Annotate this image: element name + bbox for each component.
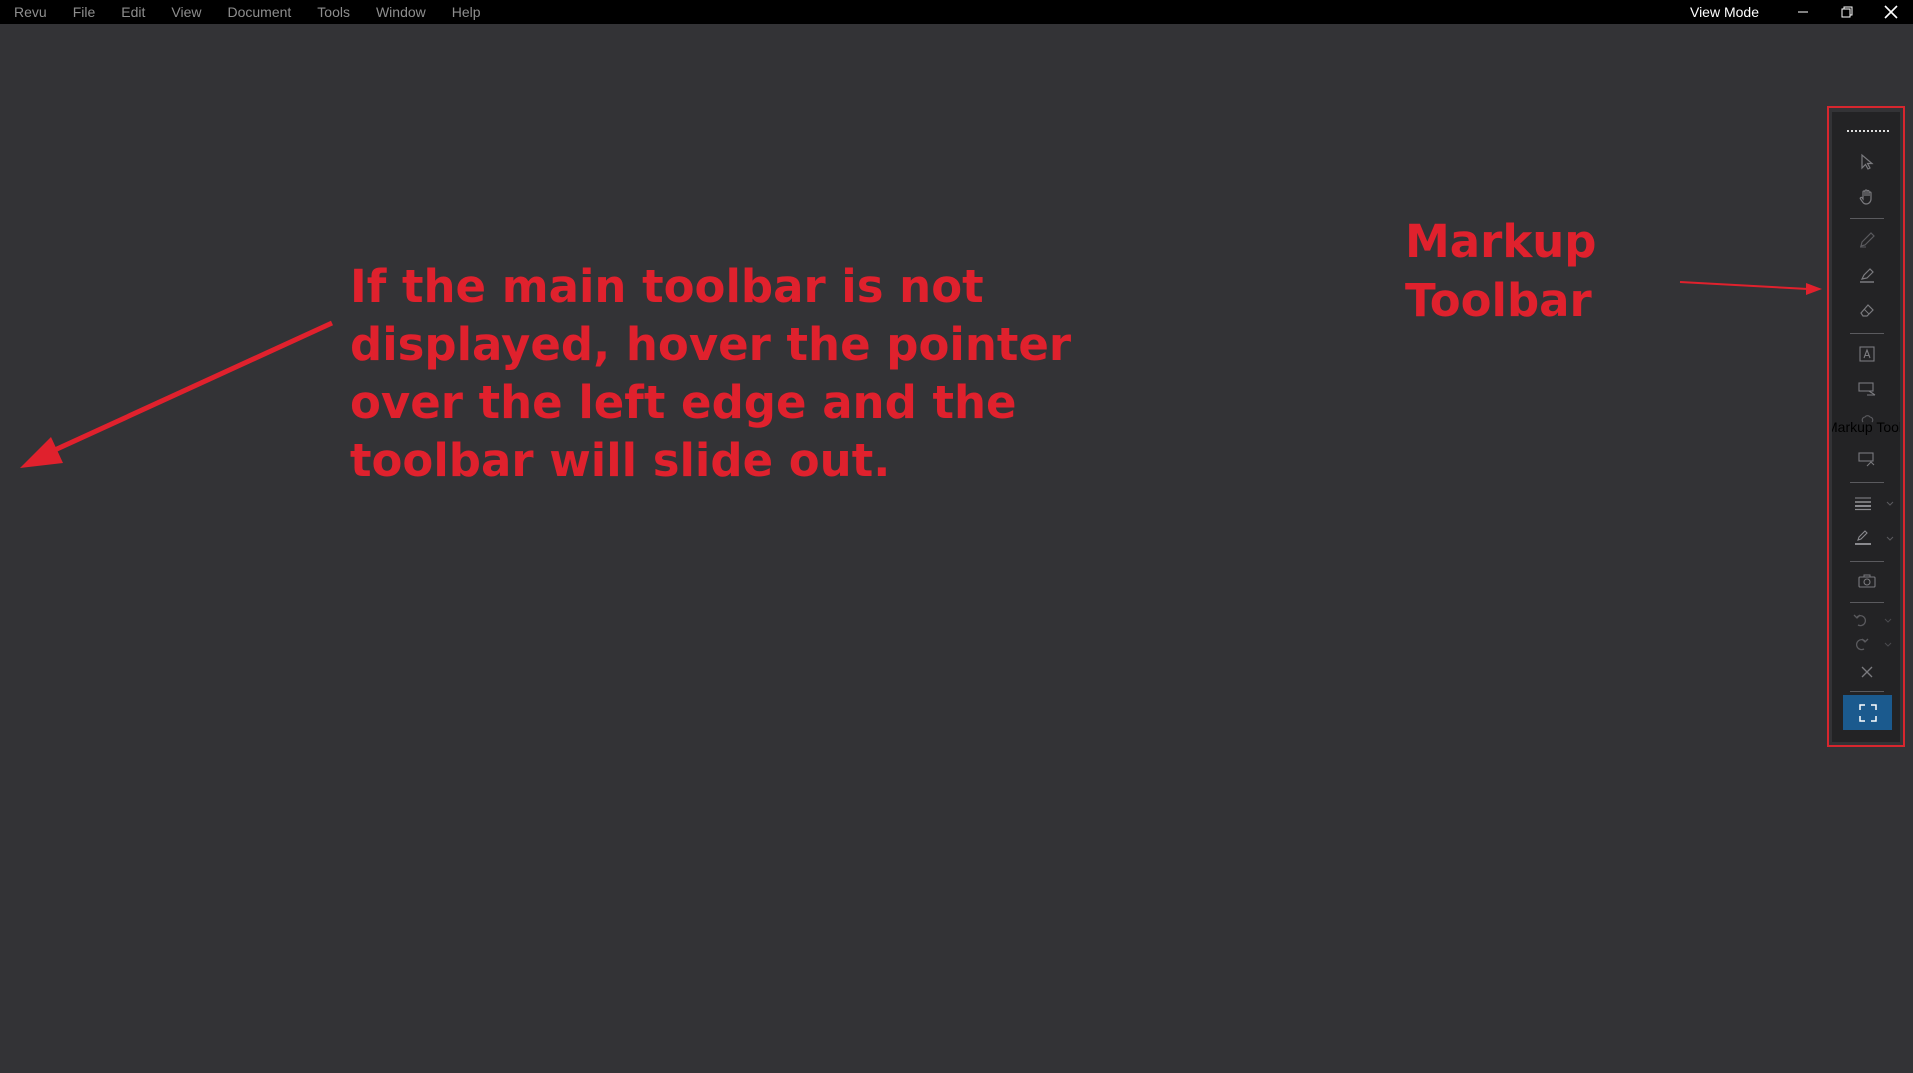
- delete-icon[interactable]: [1853, 658, 1881, 686]
- redo-icon[interactable]: [1847, 630, 1875, 658]
- toolbar-separator: [1850, 602, 1884, 603]
- toolbar-grip[interactable]: [1847, 130, 1889, 135]
- menu-tools[interactable]: Tools: [307, 0, 360, 24]
- instruction-line: toolbar will slide out.: [350, 434, 891, 487]
- restore-button[interactable]: [1825, 0, 1869, 24]
- chevron-down-icon[interactable]: [1885, 534, 1895, 544]
- menu-window[interactable]: Window: [366, 0, 436, 24]
- text-box-icon[interactable]: [1853, 340, 1881, 368]
- line-color-icon[interactable]: [1849, 524, 1877, 552]
- eraser-icon[interactable]: [1853, 296, 1881, 324]
- menu-file[interactable]: File: [63, 0, 106, 24]
- menu-revu[interactable]: Revu: [4, 0, 57, 24]
- pan-hand-icon[interactable]: [1853, 183, 1881, 211]
- instruction-line: over the left edge and the: [350, 376, 1017, 429]
- pen-icon[interactable]: [1853, 226, 1881, 254]
- select-icon[interactable]: [1853, 148, 1881, 176]
- chevron-down-icon[interactable]: [1883, 640, 1893, 650]
- instruction-line: displayed, hover the pointer: [350, 318, 1072, 371]
- instruction-line: If the main toolbar is not: [350, 260, 984, 313]
- toolbar-separator: [1850, 482, 1884, 483]
- app-window: Revu File Edit View Document Tools Windo…: [0, 0, 1913, 1073]
- fullscreen-button[interactable]: [1843, 695, 1892, 730]
- close-icon: [1884, 5, 1898, 19]
- menu-bar: Revu File Edit View Document Tools Windo…: [0, 0, 1913, 24]
- left-edge-arrow: [20, 320, 334, 468]
- annotation-label-line: Markup: [1405, 215, 1597, 268]
- menu-items: Revu File Edit View Document Tools Windo…: [0, 0, 497, 24]
- markup-toolbar-annotation: Markup Toolbar: [1405, 212, 1625, 330]
- close-button[interactable]: [1869, 0, 1913, 24]
- annotation-label-line: Toolbar: [1405, 274, 1592, 327]
- fullscreen-icon: [1858, 703, 1877, 722]
- markup-toolbar: Markup Tool: [1832, 112, 1900, 742]
- instruction-annotation: If the main toolbar is not displayed, ho…: [350, 258, 1072, 490]
- toolbar-separator: [1850, 218, 1884, 219]
- view-mode-label[interactable]: View Mode: [1690, 4, 1759, 20]
- window-controls: View Mode: [1690, 0, 1913, 24]
- snapshot-icon[interactable]: [1853, 567, 1881, 595]
- toolbar-separator: [1850, 691, 1884, 692]
- menu-document[interactable]: Document: [217, 0, 301, 24]
- menu-view[interactable]: View: [161, 0, 211, 24]
- toolbar-separator: [1850, 333, 1884, 334]
- annotation-arrows: [20, 281, 1822, 468]
- restore-icon: [1841, 6, 1853, 18]
- markup-tool-tooltip: Markup Tool: [1832, 419, 1900, 435]
- minimize-icon: [1798, 11, 1808, 13]
- chevron-down-icon[interactable]: [1885, 499, 1895, 509]
- toolbar-separator: [1850, 561, 1884, 562]
- line-weight-icon[interactable]: [1849, 489, 1877, 517]
- menu-help[interactable]: Help: [442, 0, 491, 24]
- callout-icon[interactable]: [1853, 375, 1881, 403]
- toolbar-pointer-arrow: [1679, 281, 1822, 295]
- note-icon[interactable]: [1853, 445, 1881, 473]
- highlighter-icon[interactable]: [1853, 261, 1881, 289]
- chevron-down-icon[interactable]: [1883, 616, 1893, 626]
- menu-edit[interactable]: Edit: [111, 0, 155, 24]
- minimize-button[interactable]: [1781, 0, 1825, 24]
